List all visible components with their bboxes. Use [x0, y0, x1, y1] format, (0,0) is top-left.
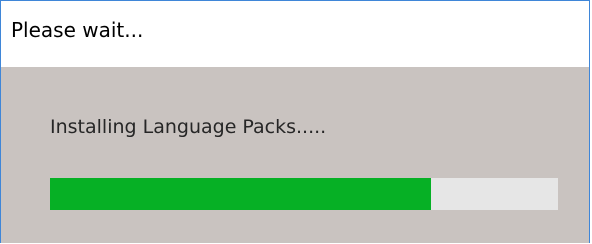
progress-dialog: Please wait... Installing Language Packs… [0, 0, 590, 243]
status-message: Installing Language Packs..... [50, 116, 327, 138]
progress-bar [50, 178, 558, 210]
title-bar[interactable]: Please wait... [1, 1, 589, 67]
progress-bar-fill [50, 178, 431, 210]
dialog-title: Please wait... [11, 18, 144, 42]
